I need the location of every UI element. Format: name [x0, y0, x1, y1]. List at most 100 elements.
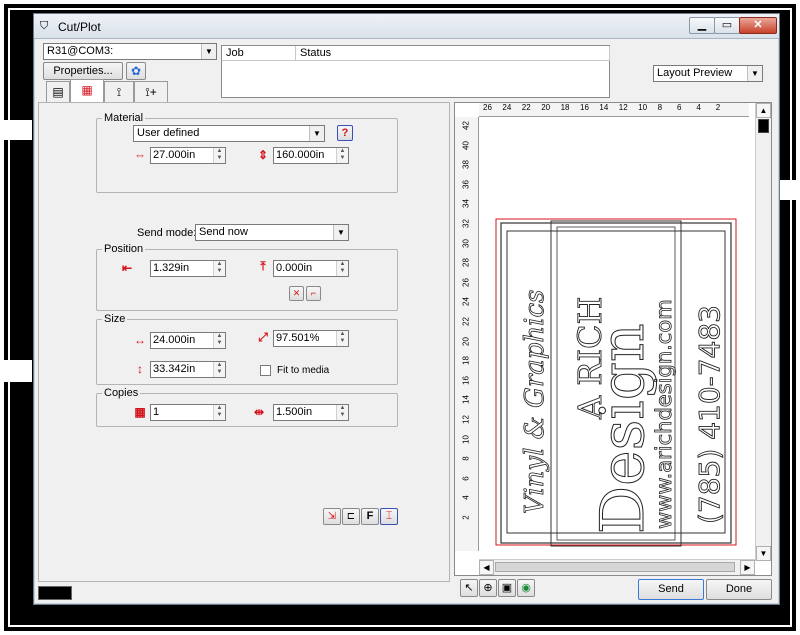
preview-vertical-scrollbar[interactable]: ▲ ▼ — [755, 103, 771, 561]
reset-position-icon: ✕ — [292, 288, 301, 298]
ruler-tick-label: 42 — [461, 121, 471, 130]
ruler-tick-label: 38 — [461, 160, 471, 170]
ruler-tick-label: 28 — [461, 258, 471, 268]
document-icon: ▤ — [52, 85, 64, 99]
chevron-down-icon: ▼ — [309, 126, 324, 141]
copies-group: Copies ▦ 1 ▲ ▼ ⇹ 1.500in ▲ ▼ — [96, 387, 398, 427]
send-mode-select[interactable]: Send now ▼ — [195, 224, 349, 241]
spinner-arrows-icon[interactable]: ▲ ▼ — [336, 148, 348, 163]
color-settings-button[interactable]: ✿ — [126, 62, 146, 80]
spinner-arrows-icon[interactable]: ▲ ▼ — [213, 333, 225, 348]
spinner-arrows-icon[interactable]: ▲ ▼ — [336, 261, 348, 276]
ruler-tick-label: 40 — [461, 140, 471, 150]
copies-spacing-icon: ⇹ — [253, 405, 265, 419]
scroll-thumb[interactable] — [758, 119, 769, 133]
weed-border-tool-button[interactable]: ⊏ — [342, 508, 360, 525]
scroll-up-button[interactable]: ▲ — [756, 103, 771, 118]
tab-general[interactable]: ▤ — [46, 81, 70, 102]
ruler-tick-label: 8 — [657, 103, 663, 112]
column-header-status[interactable]: Status — [296, 46, 610, 61]
fit-to-media-label[interactable]: Fit to media — [277, 365, 329, 376]
position-y-input[interactable]: 0.000in ▲ ▼ — [273, 260, 349, 277]
minimize-button[interactable]: ▁ — [689, 17, 715, 34]
column-header-job[interactable]: Job — [222, 46, 296, 61]
copies-grid-icon: ▦ — [134, 405, 146, 419]
material-width-value: 27.000in — [153, 149, 196, 161]
scale-icon: ⤢ — [258, 330, 268, 344]
reset-position-button[interactable]: ✕ — [289, 286, 304, 301]
device-select-value: R31@COM3: — [47, 45, 114, 57]
scroll-right-button[interactable]: ▶ — [740, 560, 755, 575]
ruler-tick-label: 14 — [461, 395, 471, 405]
select-tool-button[interactable]: ↖ — [460, 579, 478, 597]
size-height-value: 33.342in — [153, 363, 196, 375]
send-to-plotter-tool-button[interactable]: ⇲ — [323, 508, 341, 525]
ruler-tick-label: 22 — [521, 103, 531, 112]
sign-left-text: Vinyl & Graphics — [520, 290, 550, 514]
copies-count-input[interactable]: 1 ▲ ▼ — [150, 404, 226, 421]
copies-count-value: 1 — [153, 406, 160, 418]
close-button[interactable]: ✕ — [739, 17, 777, 34]
copies-spacing-input[interactable]: 1.500in ▲ ▼ — [273, 404, 349, 421]
spinner-arrows-icon[interactable]: ▲ ▼ — [213, 362, 225, 377]
preview-horizontal-scrollbar[interactable]: ◀ ▶ — [479, 559, 755, 575]
title-bar[interactable]: ⛉ Cut/Plot ▁ ▭ ✕ — [34, 14, 779, 39]
maximize-button[interactable]: ▭ — [714, 17, 740, 34]
tab-options[interactable]: ⟟ — [104, 81, 134, 102]
ruler-tick-label: 32 — [461, 219, 471, 228]
position-x-icon: ⇤ — [121, 261, 133, 275]
material-group-label: Material — [102, 112, 146, 124]
spinner-arrows-icon[interactable]: ▲ ▼ — [213, 261, 225, 276]
preview-mode-select[interactable]: Layout Preview ▼ — [653, 65, 763, 82]
ruler-tick-label: 12 — [461, 415, 471, 424]
horizontal-ruler: 26 24 22 20 18 16 14 12 10 8 6 4 2 — [479, 103, 749, 117]
material-type-select[interactable]: User defined ▼ — [133, 125, 325, 142]
spinner-arrows-icon[interactable]: ▲ ▼ — [213, 405, 225, 420]
ruler-tick-label: 18 — [461, 356, 471, 366]
scroll-left-button[interactable]: ◀ — [479, 560, 494, 575]
position-x-input[interactable]: 1.329in ▲ ▼ — [150, 260, 226, 277]
size-group: Size ↔ 24.000in ▲ ▼ ⤢ 97.501% ▲ ▼ ↕ 33.342… — [96, 313, 398, 385]
done-button[interactable]: Done — [706, 579, 772, 600]
tab-advanced[interactable]: ⟟+ — [134, 81, 168, 102]
font-f-icon: F — [366, 510, 374, 522]
size-scale-input[interactable]: 97.501% ▲ ▼ — [273, 330, 349, 347]
sign-phone: (785) 410-7483 — [693, 305, 726, 524]
zoom-tool-button[interactable]: ⊕ — [479, 579, 497, 597]
scroll-down-button[interactable]: ▼ — [756, 546, 771, 561]
ruler-tick-label: 24 — [502, 103, 512, 112]
layout-settings-panel: Material User defined ▼ ? ⇔ 27.000in ▲ ▼ … — [38, 102, 450, 582]
material-height-input[interactable]: 160.000in ▲ ▼ — [273, 147, 349, 164]
tiling-tool-button[interactable]: ⌶ — [380, 508, 398, 525]
spinner-arrows-icon[interactable]: ▲ ▼ — [336, 331, 348, 346]
size-width-icon: ↔ — [134, 333, 146, 347]
align-position-button[interactable]: ⌐ — [306, 286, 321, 301]
knife-tool-icon: ⟟ — [116, 85, 122, 99]
properties-button[interactable]: Properties... — [43, 62, 123, 80]
sign-preview[interactable]: Vinyl & Graphics A RICH Design www.arich… — [481, 119, 753, 549]
zoom-all-button[interactable]: ◉ — [517, 579, 535, 597]
plotter-icon: ⛉ — [40, 20, 49, 32]
size-width-input[interactable]: 24.000in ▲ ▼ — [150, 332, 226, 349]
spinner-arrows-icon[interactable]: ▲ ▼ — [213, 148, 225, 163]
fit-page-button[interactable]: ▣ — [498, 579, 516, 597]
background-stripe — [0, 120, 32, 140]
size-height-input[interactable]: 33.342in ▲ ▼ — [150, 361, 226, 378]
layout-preview-area[interactable]: 26 24 22 20 18 16 14 12 10 8 6 4 2 42 40 38 36 34 32 30 28 2… — [454, 102, 772, 576]
material-width-input[interactable]: 27.000in ▲ ▼ — [150, 147, 226, 164]
copies-group-label: Copies — [102, 387, 141, 399]
ruler-tick-label: 6 — [677, 103, 682, 112]
fit-to-media-checkbox[interactable] — [260, 365, 271, 376]
background-stripe — [0, 360, 32, 382]
chevron-down-icon: ▼ — [333, 225, 348, 240]
window-title: Cut/Plot — [58, 20, 101, 34]
layout-grid-icon: ▦ — [81, 83, 93, 97]
spinner-arrows-icon[interactable]: ▲ ▼ — [336, 405, 348, 420]
material-help-button[interactable]: ? — [337, 125, 353, 141]
job-queue-table[interactable]: Job Status — [221, 45, 610, 98]
font-tool-button[interactable]: F — [361, 508, 379, 525]
send-button[interactable]: Send — [638, 579, 704, 600]
scroll-thumb[interactable] — [495, 562, 735, 572]
device-select[interactable]: R31@COM3: ▼ — [43, 43, 217, 60]
tab-layout[interactable]: ▦ — [70, 79, 104, 102]
